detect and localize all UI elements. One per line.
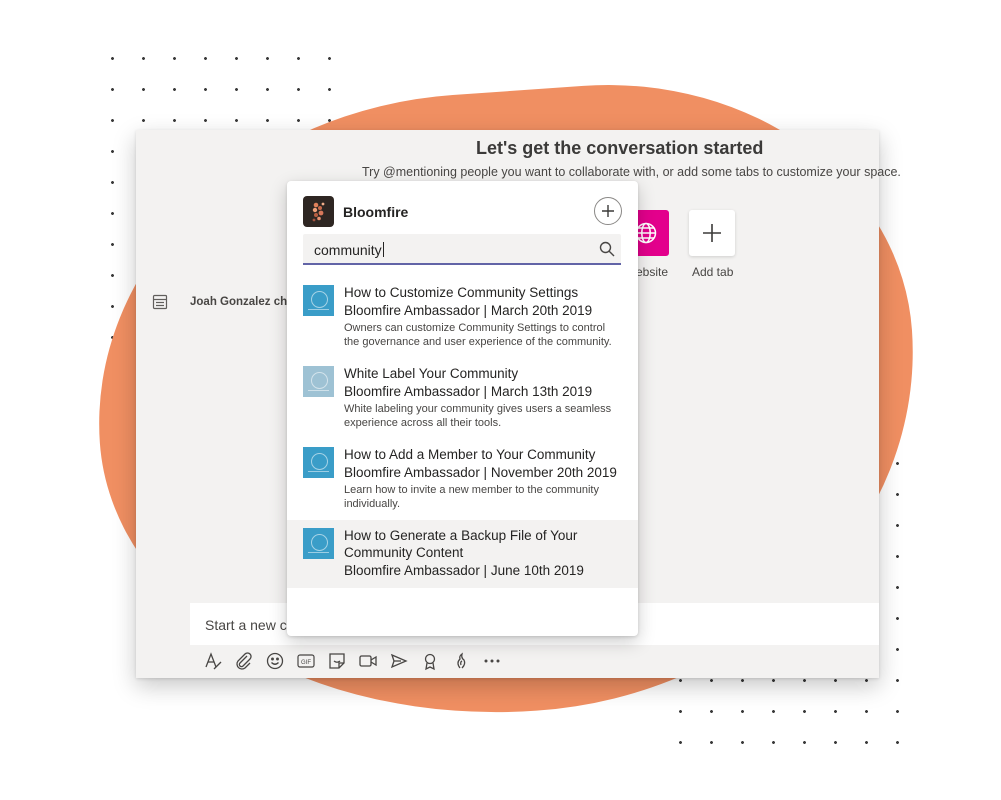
- search-input[interactable]: community: [303, 234, 621, 265]
- article-thumbnail: [303, 447, 334, 478]
- search-icon[interactable]: [599, 241, 615, 257]
- welcome-subtitle: Try @mentioning people you want to colla…: [362, 165, 901, 179]
- add-tab-button[interactable]: [689, 210, 735, 256]
- svg-text:GIF: GIF: [301, 660, 311, 666]
- search-input-value: community: [314, 242, 384, 258]
- bloomfire-logo-icon: [303, 196, 334, 227]
- result-meta: Bloomfire Ambassador | June 10th 2019: [344, 563, 584, 578]
- emoji-icon[interactable]: [264, 650, 286, 672]
- result-title: White Label Your Community: [344, 366, 519, 381]
- result-title: How to Customize Community Settings: [344, 285, 579, 300]
- result-meta: Bloomfire Ambassador | March 20th 2019: [344, 303, 593, 318]
- result-meta: Bloomfire Ambassador | November 20th 201…: [344, 465, 617, 480]
- add-button[interactable]: [594, 197, 622, 225]
- result-meta: Bloomfire Ambassador | March 13th 2019: [344, 384, 593, 399]
- result-description: Learn how to invite a new member to the …: [344, 484, 599, 510]
- activity-message: Joah Gonzalez cha: [152, 294, 294, 310]
- search-results-list: How to Customize Community Settings Bloo…: [287, 277, 638, 588]
- welcome-title: Let's get the conversation started: [476, 138, 764, 158]
- praise-icon[interactable]: [419, 650, 441, 672]
- sticker-icon[interactable]: [326, 650, 348, 672]
- website-tab-label: ebsite: [636, 265, 669, 279]
- search-result-item[interactable]: White Label Your Community Bloomfire Amb…: [287, 358, 638, 439]
- activity-text: Joah Gonzalez cha: [190, 296, 294, 308]
- search-result-item[interactable]: How to Customize Community Settings Bloo…: [287, 277, 638, 358]
- search-result-item-hovered[interactable]: How to Generate a Backup File of Your Co…: [287, 520, 638, 588]
- send-arrow-icon[interactable]: [388, 650, 410, 672]
- marketing-canvas: Let's get the conversation started Try @…: [0, 0, 1001, 800]
- document-list-icon: [152, 294, 168, 310]
- format-icon[interactable]: [202, 650, 224, 672]
- bloomfire-icon[interactable]: [450, 650, 472, 672]
- more-icon[interactable]: [481, 650, 503, 672]
- popup-app-name: Bloomfire: [343, 204, 409, 220]
- article-thumbnail: [303, 285, 334, 316]
- result-description: Owners can customize Community Settings …: [344, 322, 612, 348]
- result-title: How to Generate a Backup File of Your Co…: [344, 528, 578, 560]
- attach-icon[interactable]: [233, 650, 255, 672]
- search-result-item[interactable]: How to Add a Member to Your Community Bl…: [287, 439, 638, 520]
- result-description: White labeling your community gives user…: [344, 403, 612, 429]
- add-tab-label: Add tab: [692, 265, 734, 279]
- article-thumbnail: [303, 528, 334, 559]
- result-title: How to Add a Member to Your Community: [344, 447, 596, 462]
- plus-icon: [703, 224, 721, 242]
- meet-now-icon[interactable]: [357, 650, 379, 672]
- compose-toolbar: GIF: [202, 650, 512, 672]
- article-thumbnail: [303, 366, 334, 397]
- bloomfire-search-popup: Bloomfire community How to Customize Com…: [287, 181, 638, 636]
- plus-icon: [602, 205, 614, 217]
- gif-icon[interactable]: GIF: [295, 650, 317, 672]
- compose-placeholder: Start a new co: [205, 617, 295, 633]
- popup-header: Bloomfire: [303, 196, 622, 228]
